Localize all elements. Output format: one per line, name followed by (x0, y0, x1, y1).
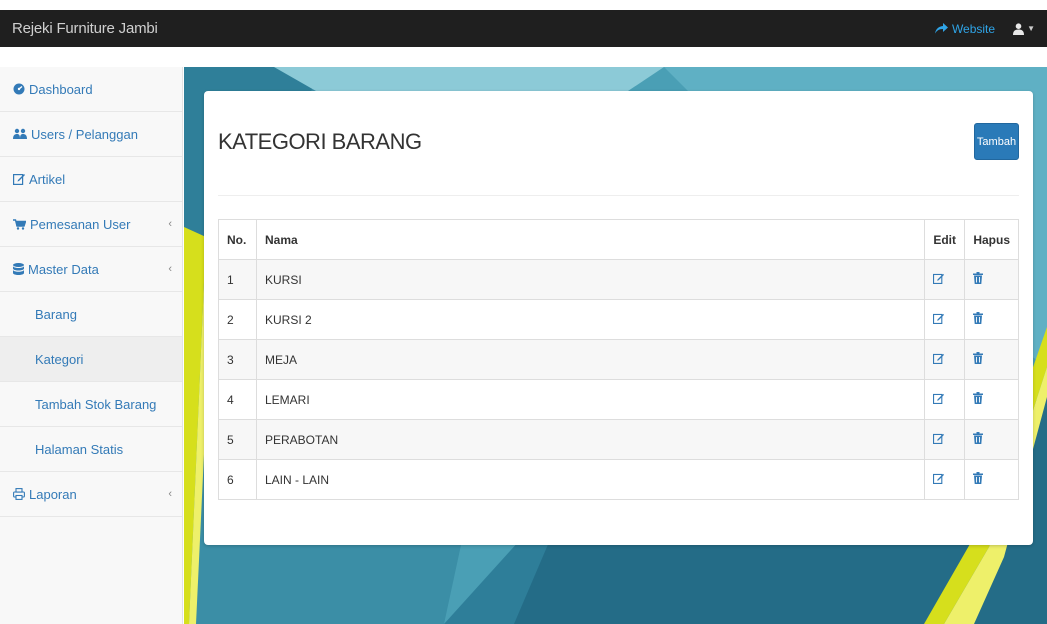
table-row: 5 PERABOTAN (218, 419, 1019, 460)
navbar-right: Website ▼ (934, 10, 1035, 47)
trash-icon (973, 272, 984, 284)
edit-button[interactable] (924, 339, 966, 380)
user-menu[interactable]: ▼ (1013, 22, 1035, 35)
table-row: 2 KURSI 2 (218, 299, 1019, 340)
dashboard-icon (13, 83, 25, 95)
delete-button[interactable] (964, 459, 1019, 500)
delete-button[interactable] (964, 299, 1019, 340)
edit-icon (933, 313, 945, 324)
edit-button[interactable] (924, 459, 966, 500)
table-header-row: No. Nama Edit Hapus (218, 219, 1019, 260)
sidebar-item-barang[interactable]: Barang (0, 292, 182, 337)
top-navbar: Rejeki Furniture Jambi Website ▼ (0, 0, 1047, 47)
sidebar-item-label: Barang (35, 306, 77, 322)
edit-button[interactable] (924, 299, 966, 340)
column-header-no: No. (218, 219, 257, 260)
cell-no: 6 (218, 459, 257, 500)
sidebar-item-label: Halaman Statis (35, 441, 124, 457)
database-icon (13, 263, 24, 275)
table-row: 6 LAIN - LAIN (218, 459, 1019, 500)
add-button[interactable]: Tambah (974, 123, 1019, 160)
content-panel: KATEGORI BARANG Tambah No. Nama Edit Hap… (204, 91, 1033, 545)
users-icon (13, 128, 27, 139)
sidebar-item-dashboard[interactable]: Dashboard (0, 67, 182, 112)
website-link[interactable]: Website (934, 21, 996, 36)
sidebar-item-kategori[interactable]: Kategori (0, 337, 182, 382)
table-row: 3 MEJA (218, 339, 1019, 380)
cell-no: 3 (218, 339, 257, 380)
delete-button[interactable] (964, 419, 1019, 460)
column-header-nama: Nama (255, 219, 926, 260)
divider (218, 195, 1019, 196)
cell-no: 1 (218, 259, 257, 300)
sidebar-item-label: Pemesanan User (30, 216, 131, 232)
delete-button[interactable] (964, 339, 1019, 380)
sidebar-item-label: Tambah Stok Barang (35, 396, 157, 412)
edit-icon (933, 353, 945, 364)
trash-icon (973, 352, 984, 364)
trash-icon (973, 432, 984, 444)
user-icon (1013, 22, 1025, 35)
print-icon (13, 488, 25, 500)
sidebar-item-master-data[interactable]: Master Data ‹ (0, 247, 182, 292)
cell-nama: PERABOTAN (255, 419, 926, 460)
share-icon (934, 23, 948, 34)
category-table: No. Nama Edit Hapus 1 KURSI 2 KURSI 2 3 … (218, 219, 1019, 500)
website-link-label: Website (951, 21, 996, 36)
cell-nama: KURSI 2 (255, 299, 926, 340)
column-header-edit: Edit (924, 219, 966, 260)
sidebar-item-label: Dashboard (29, 81, 93, 97)
edit-icon (933, 433, 945, 444)
edit-icon (933, 273, 945, 284)
chevron-left-icon: ‹ (168, 263, 172, 275)
edit-icon (933, 473, 945, 484)
trash-icon (973, 392, 984, 404)
cell-nama: LAIN - LAIN (255, 459, 926, 500)
table-row: 1 KURSI (218, 259, 1019, 300)
sidebar-item-tambah-stok-barang[interactable]: Tambah Stok Barang (0, 382, 182, 427)
edit-button[interactable] (924, 419, 966, 460)
column-header-hapus: Hapus (964, 219, 1019, 260)
edit-button[interactable] (924, 379, 966, 420)
delete-button[interactable] (964, 379, 1019, 420)
delete-button[interactable] (964, 259, 1019, 300)
page-title: KATEGORI BARANG (218, 129, 422, 154)
sidebar-item-label: Master Data (28, 261, 99, 277)
edit-button[interactable] (924, 259, 966, 300)
trash-icon (973, 312, 984, 324)
cell-nama: LEMARI (255, 379, 926, 420)
trash-icon (973, 472, 984, 484)
sidebar-item-users[interactable]: Users / Pelanggan (0, 112, 182, 157)
sidebar-item-halaman-statis[interactable]: Halaman Statis (0, 427, 182, 472)
sidebar-item-label: Laporan (29, 486, 77, 502)
edit-icon (13, 174, 25, 185)
chevron-left-icon: ‹ (168, 218, 172, 230)
sidebar-item-label: Kategori (35, 351, 84, 367)
sidebar-item-label: Users / Pelanggan (31, 126, 138, 142)
chevron-down-icon: ▼ (1027, 24, 1035, 33)
sidebar-item-artikel[interactable]: Artikel (0, 157, 182, 202)
cell-no: 2 (218, 299, 257, 340)
sidebar-item-pemesanan-user[interactable]: Pemesanan User ‹ (0, 202, 182, 247)
edit-icon (933, 393, 945, 404)
sidebar: Dashboard Users / Pelanggan Artikel Peme… (0, 67, 183, 624)
chevron-left-icon: ‹ (168, 488, 172, 500)
cell-no: 5 (218, 419, 257, 460)
cell-no: 4 (218, 379, 257, 420)
sidebar-item-label: Artikel (29, 171, 66, 187)
cell-nama: KURSI (255, 259, 926, 300)
brand-title[interactable]: Rejeki Furniture Jambi (12, 10, 158, 47)
sidebar-item-laporan[interactable]: Laporan ‹ (0, 472, 182, 517)
table-row: 4 LEMARI (218, 379, 1019, 420)
cell-nama: MEJA (255, 339, 926, 380)
cart-icon (13, 218, 26, 230)
